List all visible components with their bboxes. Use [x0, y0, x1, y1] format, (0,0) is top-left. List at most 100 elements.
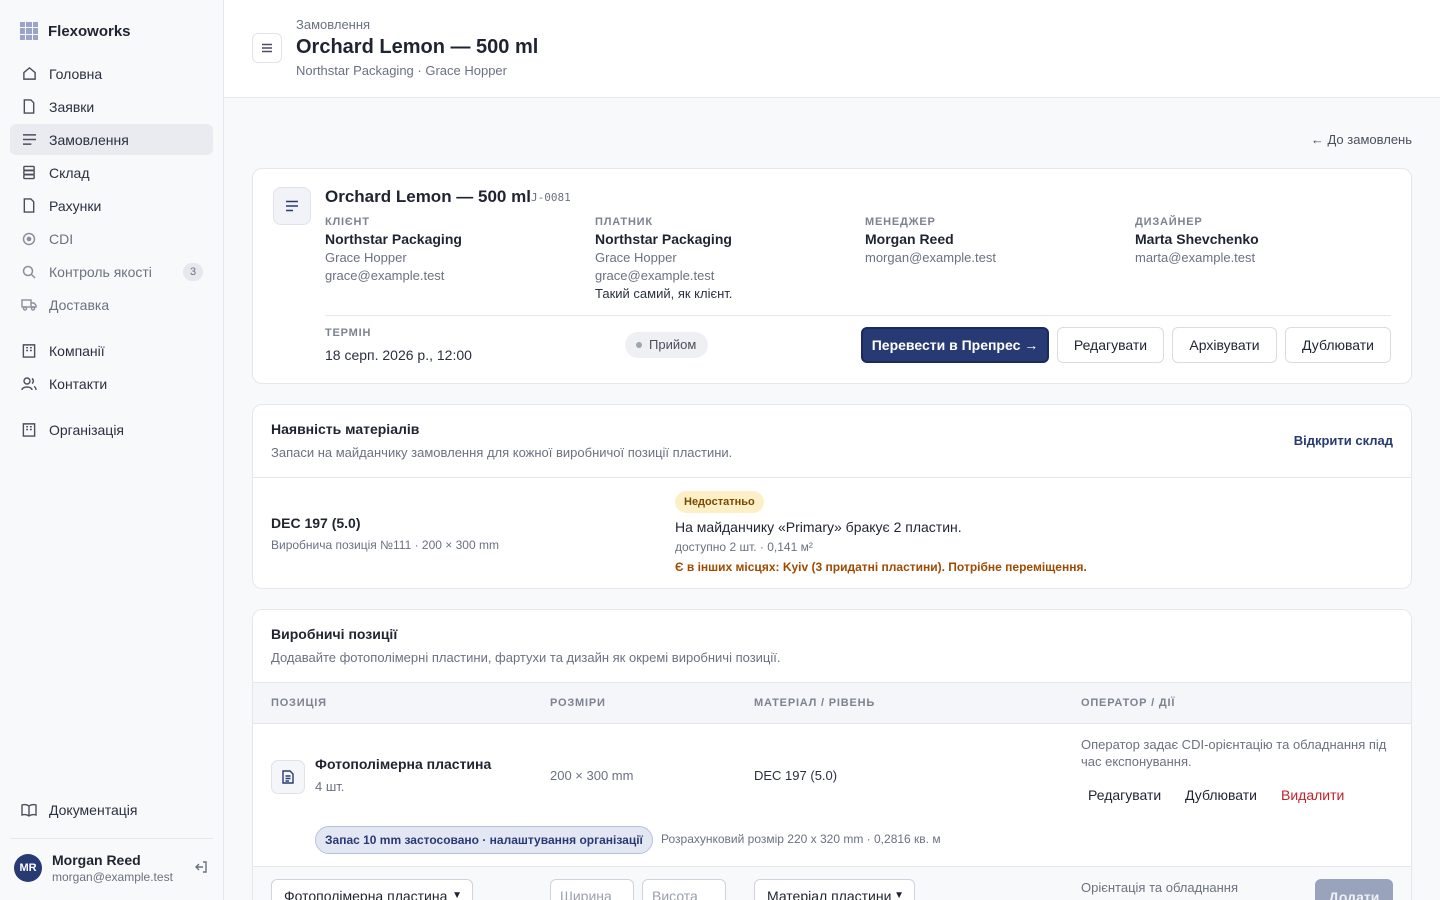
sidebar-item-home[interactable]: Головна — [10, 58, 213, 89]
menu-toggle-button[interactable] — [252, 33, 282, 63]
designer-email: marta@example.test — [1135, 250, 1256, 265]
order-summary-card: Orchard Lemon — 500 ml J-0081 КЛІЄНТ Nor… — [252, 168, 1412, 384]
sidebar-item-quality-control[interactable]: Контроль якості 3 — [10, 256, 213, 287]
truck-icon — [21, 297, 37, 313]
client-email: grace@example.test — [325, 268, 445, 283]
materials-subtitle: Запаси на майданчику замовлення для кожн… — [271, 445, 733, 460]
position-quantity: 4 шт. — [315, 779, 345, 794]
materials-divider — [253, 477, 1411, 478]
sidebar-item-label: Замовлення — [49, 131, 129, 148]
user-profile[interactable]: MR Morgan Reed morgan@example.test — [14, 850, 214, 886]
sidebar-item-delivery[interactable]: Доставка — [10, 289, 213, 320]
term-label: ТЕРМІН — [325, 327, 372, 339]
sidebar-item-companies[interactable]: Компанії — [10, 335, 213, 366]
plate-material-select[interactable]: Матеріал пластини ▼ — [754, 879, 915, 900]
book-icon — [21, 802, 37, 818]
material-name: DEC 197 (5.0) — [271, 515, 361, 531]
calculated-size: Розрахунковий розмір 220 x 320 mm · 0,28… — [661, 832, 941, 846]
home-icon — [21, 66, 37, 82]
edit-position-button[interactable]: Редагувати — [1088, 787, 1161, 803]
manager-block: МЕНЕДЖЕР Morgan Reed morgan@example.test — [865, 216, 1125, 265]
delete-position-button[interactable]: Видалити — [1281, 787, 1344, 803]
document-icon — [21, 99, 37, 115]
client-contact: Grace Hopper — [325, 250, 407, 265]
sidebar-item-invoices[interactable]: Рахунки — [10, 190, 213, 221]
column-header: РОЗМІРИ — [550, 697, 606, 709]
sidebar-item-label: Контроль якості — [49, 263, 152, 280]
materials-availability-card: Наявність матеріалів Запаси на майданчик… — [252, 404, 1412, 589]
sidebar-item-label: Організація — [49, 421, 125, 438]
page-title: Orchard Lemon — 500 ml — [296, 36, 539, 58]
term-value: 18 серп. 2026 р., 12:00 — [325, 347, 472, 363]
production-positions-card: Виробничі позиції Додавайте фотополімерн… — [252, 609, 1412, 900]
table-header: ПОЗИЦІЯ РОЗМІРИ МАТЕРІАЛ / РІВЕНЬ ОПЕРАТ… — [253, 682, 1411, 724]
shortage-message: На майданчику «Primary» бракує 2 пластин… — [675, 519, 962, 535]
material-position: Виробнича позиція №111 · 200 × 300 mm — [271, 538, 499, 552]
margin-applied-chip[interactable]: Запас 10 mm застосовано · налаштування о… — [315, 826, 653, 854]
menu-icon — [262, 43, 272, 53]
search-icon — [21, 264, 37, 280]
insufficient-badge: Недостатньо — [675, 491, 764, 513]
sidebar-divider — [10, 838, 213, 839]
sidebar-item-contacts[interactable]: Контакти — [10, 368, 213, 399]
column-header: ПОЗИЦІЯ — [271, 697, 327, 709]
duplicate-position-button[interactable]: Дублювати — [1185, 787, 1257, 803]
client-label: КЛІЄНТ — [325, 216, 370, 228]
position-type-select[interactable]: Фотополімерна пластина ▼ — [271, 879, 473, 900]
width-input[interactable]: Ширина — [550, 879, 634, 900]
sidebar-item-orders[interactable]: Замовлення — [10, 124, 213, 155]
document-icon — [21, 198, 37, 214]
page-subtitle: Northstar Packaging · Grace Hopper — [296, 63, 507, 78]
position-name: Фотополімерна пластина — [315, 756, 492, 772]
back-to-orders-link[interactable]: ← До замовлень — [1311, 132, 1412, 147]
building-icon — [21, 422, 37, 438]
orientation-note: Орієнтація та обладнання — [1081, 880, 1239, 895]
materials-title: Наявність матеріалів — [271, 421, 420, 437]
column-header: ОПЕРАТОР / ДІЇ — [1081, 697, 1176, 709]
plate-document-icon — [271, 760, 305, 794]
sidebar-item-label: Контакти — [49, 375, 108, 392]
order-code: J-0081 — [531, 191, 571, 204]
open-stock-link[interactable]: Відкрити склад — [1294, 433, 1393, 448]
sidebar-item-requests[interactable]: Заявки — [10, 91, 213, 122]
duplicate-order-button[interactable]: Дублювати — [1285, 327, 1391, 363]
payer-email: grace@example.test — [595, 268, 715, 283]
height-input[interactable]: Висота — [642, 879, 726, 900]
position-material: DEC 197 (5.0) — [754, 768, 838, 783]
target-icon — [21, 231, 37, 247]
sidebar: Flexoworks Головна Заявки Замовлення Скл… — [0, 0, 224, 900]
building-icon — [21, 343, 37, 359]
payer-company[interactable]: Northstar Packaging — [595, 231, 855, 247]
sidebar-item-stock[interactable]: Склад — [10, 157, 213, 188]
operator-note: Оператор задає CDI-орієнтацію та обладна… — [1081, 737, 1387, 769]
sidebar-item-cdi[interactable]: CDI — [10, 223, 213, 254]
edit-order-button[interactable]: Редагувати — [1057, 327, 1164, 363]
production-title: Виробничі позиції — [271, 626, 398, 642]
sidebar-item-label: Рахунки — [49, 197, 102, 214]
available-amount: доступно 2 шт. · 0,141 м² — [675, 540, 813, 554]
transfer-to-prepress-button[interactable]: Перевести в Препрес → — [861, 327, 1049, 363]
payer-contact: Grace Hopper — [595, 250, 677, 265]
elsewhere-stock-note: Є в інших місцях: Kyiv (3 придатні пласт… — [675, 560, 1087, 574]
sidebar-item-documentation[interactable]: Документація — [10, 794, 213, 825]
user-name: Morgan Reed — [52, 852, 141, 868]
sidebar-item-organization[interactable]: Організація — [10, 414, 213, 445]
designer-block: ДИЗАЙНЕР Marta Shevchenko marta@example.… — [1135, 216, 1395, 265]
list-icon — [21, 132, 37, 148]
archive-order-button[interactable]: Архівувати — [1172, 327, 1277, 363]
client-block: КЛІЄНТ Northstar Packaging Grace Hopper … — [325, 216, 585, 283]
order-title: Orchard Lemon — 500 ml — [325, 187, 531, 206]
add-position-button[interactable]: Додати — [1315, 879, 1393, 900]
logout-icon[interactable] — [194, 860, 208, 877]
brand[interactable]: Flexoworks — [20, 22, 131, 40]
column-header: МАТЕРІАЛ / РІВЕНЬ — [754, 697, 876, 709]
breadcrumb[interactable]: Замовлення — [296, 17, 370, 32]
client-company[interactable]: Northstar Packaging — [325, 231, 585, 247]
designer-name: Marta Shevchenko — [1135, 231, 1259, 247]
manager-email: morgan@example.test — [865, 250, 996, 265]
add-position-row: Фотополімерна пластина ▼ Ширина Висота М… — [253, 866, 1411, 900]
chevron-down-icon: ▼ — [452, 890, 462, 900]
user-email: morgan@example.test — [52, 870, 173, 884]
order-list-icon — [273, 187, 311, 225]
app-name: Flexoworks — [48, 22, 131, 40]
